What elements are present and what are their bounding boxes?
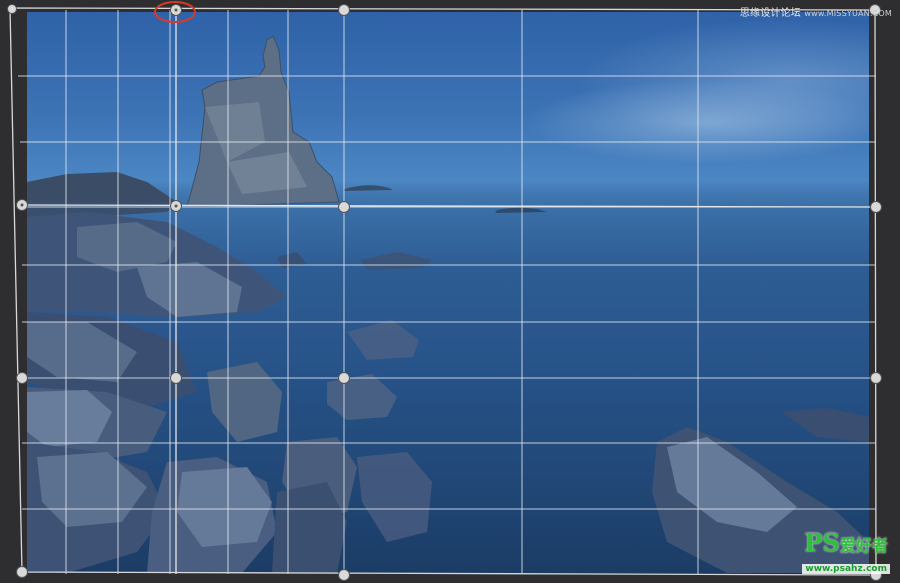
handle-mid-upper[interactable] <box>338 201 350 213</box>
handle-right-upper[interactable] <box>870 201 882 213</box>
handle-left-upper[interactable] <box>16 199 28 211</box>
handle-center-pin[interactable] <box>170 200 182 212</box>
top-watermark: 思缘设计论坛 www.MISSYUAN.COM <box>740 4 892 19</box>
handle-bottom-middle[interactable] <box>338 569 350 581</box>
site-logo: PS爱好者 www.psahz.com <box>802 531 890 575</box>
handle-mid-lower-left[interactable] <box>170 372 182 384</box>
handle-right-middle[interactable] <box>870 372 882 384</box>
watermark-text: 思缘设计论坛 <box>739 8 802 19</box>
handle-left-middle[interactable] <box>16 372 28 384</box>
handle-top-left[interactable] <box>7 4 17 14</box>
transform-overlay <box>7 1 882 581</box>
crop-frame <box>9 7 877 576</box>
handle-top-pin[interactable] <box>170 4 182 16</box>
logo-url: www.psahz.com <box>802 564 890 574</box>
logo-brand: PS <box>804 528 840 557</box>
handle-mid-lower[interactable] <box>338 372 350 384</box>
handle-top-middle[interactable] <box>338 4 350 16</box>
watermark-site: www.MISSYUAN.COM <box>804 9 892 18</box>
logo-tagline: 爱好者 <box>839 536 888 555</box>
editor-canvas: 思缘设计论坛 www.MISSYUAN.COM PS爱好者 www.psahz.… <box>0 0 900 583</box>
grid-lines <box>18 10 876 574</box>
handle-bottom-left[interactable] <box>16 566 28 578</box>
